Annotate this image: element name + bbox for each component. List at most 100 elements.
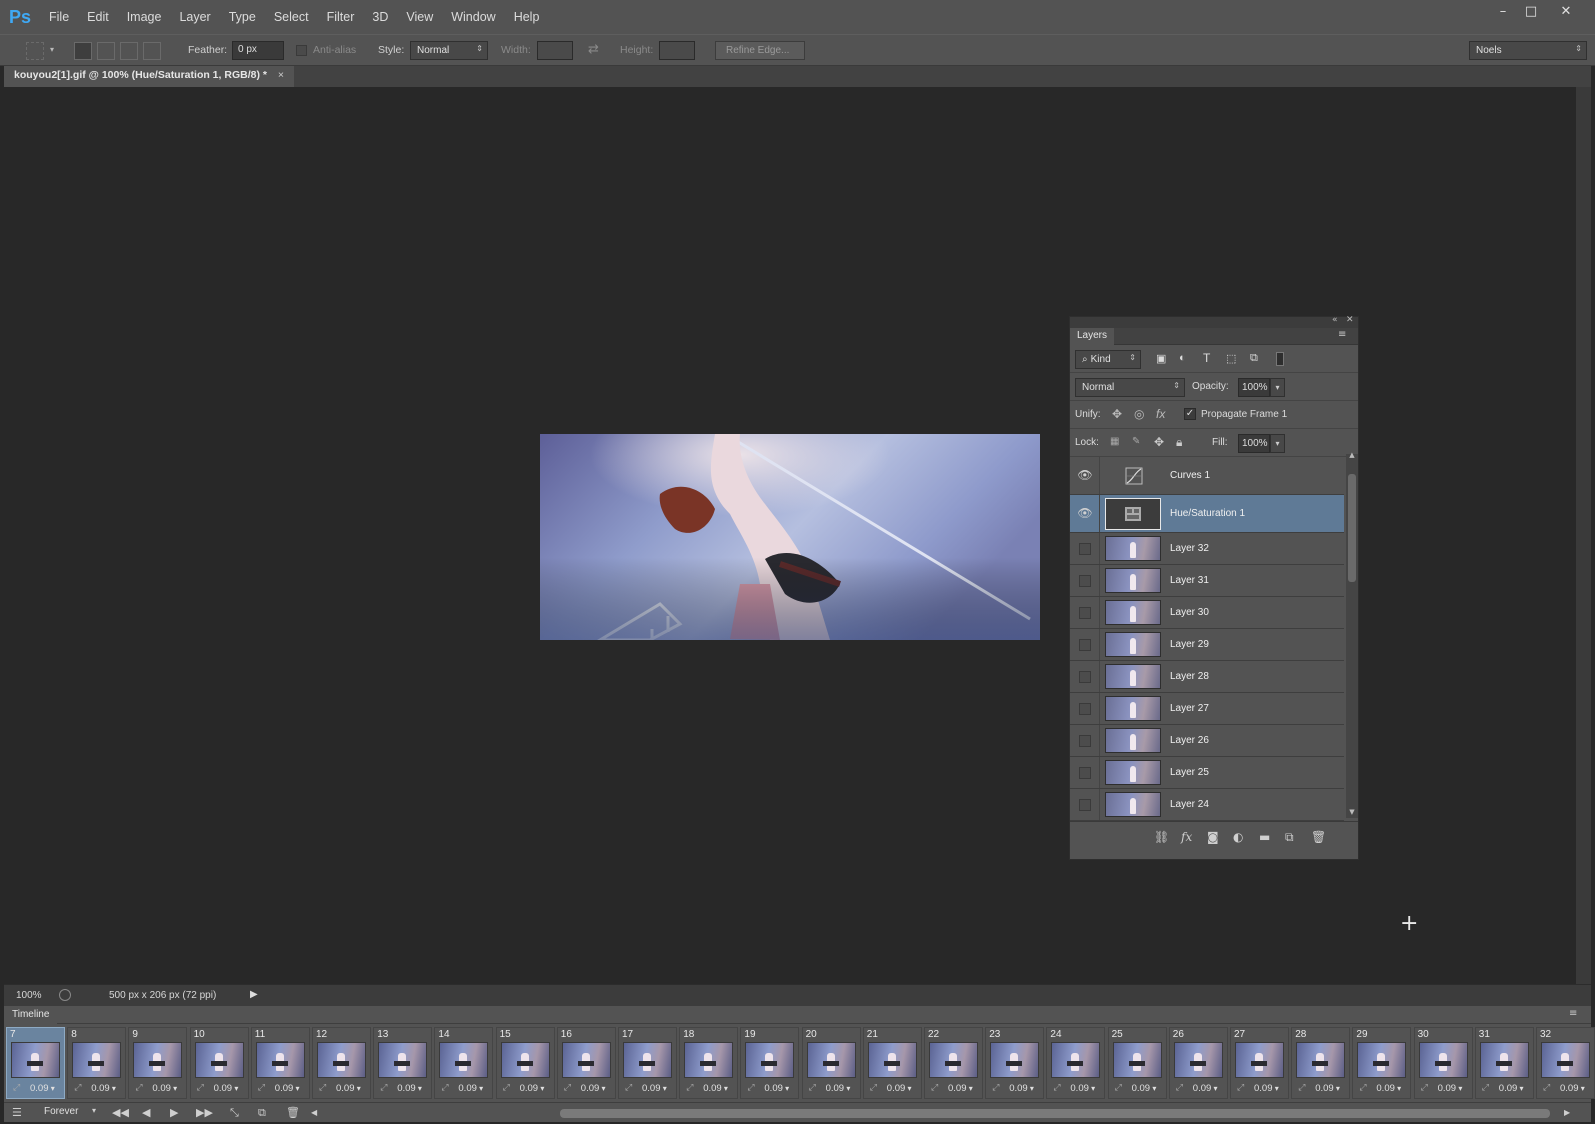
layers-scrollbar[interactable]: ▲ ▼ (1346, 451, 1358, 818)
frame-delay[interactable]: 0.09 ▾ (336, 1083, 361, 1094)
opacity-input[interactable]: 100% (1238, 378, 1270, 397)
menu-filter[interactable]: Filter (318, 0, 364, 34)
timeline-frame[interactable]: 10 ⤢ 0.09 ▾ (189, 1027, 249, 1099)
frame-delay[interactable]: 0.09 ▾ (948, 1083, 973, 1094)
visibility-toggle[interactable] (1070, 725, 1100, 756)
subtract-selection-icon[interactable] (120, 42, 138, 60)
menu-type[interactable]: Type (220, 0, 265, 34)
convert-timeline-icon[interactable]: ☰ (12, 1106, 22, 1119)
frame-disposal-icon[interactable]: ⤢ (503, 1083, 510, 1093)
scroll-left-icon[interactable]: ◀ (311, 1108, 317, 1117)
kind-filter-dropdown[interactable]: ⌕ Kind ⇕ (1075, 350, 1141, 369)
frame-delay[interactable]: 0.09 ▾ (1070, 1083, 1095, 1094)
height-input[interactable] (659, 41, 695, 60)
frame-disposal-icon[interactable]: ⤢ (870, 1083, 877, 1093)
swap-icon[interactable]: ⇄ (588, 42, 599, 57)
frame-disposal-icon[interactable]: ⤢ (1115, 1083, 1122, 1093)
menu-window[interactable]: Window (442, 0, 504, 34)
status-info-icon[interactable] (59, 989, 71, 1001)
adjustment-filter-icon[interactable]: ◐ (1179, 352, 1186, 364)
visibility-toggle[interactable] (1070, 661, 1100, 692)
visibility-toggle[interactable] (1070, 757, 1100, 788)
timeline-frame[interactable]: 8 ⤢ 0.09 ▾ (67, 1027, 127, 1099)
new-selection-icon[interactable] (74, 42, 92, 60)
timeline-frame[interactable]: 7 ⤢ 0.09 ▾ (6, 1027, 65, 1099)
menu-file[interactable]: File (40, 0, 78, 34)
collapse-panel-icon[interactable]: « (1332, 315, 1338, 325)
layer-row[interactable]: Layer 29 (1070, 629, 1344, 661)
canvas-vertical-scrollbar[interactable] (1576, 87, 1591, 984)
timeline-frame[interactable]: 20 ⤢ 0.09 ▾ (801, 1027, 861, 1099)
frame-disposal-icon[interactable]: ⤢ (1421, 1083, 1428, 1093)
frame-delay[interactable]: 0.09 ▾ (520, 1083, 545, 1094)
frame-delay[interactable]: 0.09 ▾ (1254, 1083, 1279, 1094)
status-menu-arrow-icon[interactable]: ▶ (250, 989, 258, 1000)
frame-disposal-icon[interactable]: ⤢ (197, 1083, 204, 1093)
timeline-menu-icon[interactable]: ≡ (1569, 1008, 1577, 1019)
frame-disposal-icon[interactable]: ⤢ (931, 1083, 938, 1093)
duplicate-frame-icon[interactable]: ⧉ (258, 1106, 266, 1120)
visibility-toggle[interactable] (1070, 789, 1100, 820)
unify-position-icon[interactable]: ✥ (1112, 407, 1122, 421)
timeline-frame[interactable]: 21 ⤢ 0.09 ▾ (862, 1027, 922, 1099)
timeline-frame[interactable]: 30 ⤢ 0.09 ▾ (1413, 1027, 1473, 1099)
menu-help[interactable]: Help (505, 0, 549, 34)
timeline-frame[interactable]: 14 ⤢ 0.09 ▾ (434, 1027, 494, 1099)
play-icon[interactable]: ▶ (170, 1106, 178, 1119)
timeline-frame[interactable]: 26 ⤢ 0.09 ▾ (1168, 1027, 1228, 1099)
unify-visibility-icon[interactable]: ◎ (1134, 407, 1144, 421)
timeline-frame[interactable]: 18 ⤢ 0.09 ▾ (679, 1027, 739, 1099)
loop-dropdown[interactable]: Forever (44, 1106, 78, 1117)
frame-disposal-icon[interactable]: ⤢ (13, 1083, 20, 1093)
new-group-icon[interactable]: ▬ (1259, 830, 1270, 844)
layers-scroll-thumb[interactable] (1348, 474, 1356, 582)
propagate-frame-checkbox[interactable]: ✓ (1184, 408, 1196, 420)
menu-image[interactable]: Image (118, 0, 171, 34)
timeline-frame[interactable]: 12 ⤢ 0.09 ▾ (312, 1027, 371, 1099)
timeline-frame[interactable]: 25 ⤢ 0.09 ▾ (1107, 1027, 1167, 1099)
timeline-frame[interactable]: 32 ⤢ 0.09 ▾ (1536, 1027, 1595, 1099)
frame-delay[interactable]: 0.09 ▾ (581, 1083, 606, 1094)
frame-delay[interactable]: 0.09 ▾ (1376, 1083, 1401, 1094)
smart-object-filter-icon[interactable]: ⧉ (1250, 352, 1258, 365)
visibility-toggle[interactable]: 👁︎ (1070, 495, 1100, 532)
frame-disposal-icon[interactable]: ⤢ (380, 1083, 387, 1093)
timeline-frame[interactable]: 22 ⤢ 0.09 ▾ (924, 1027, 983, 1099)
fill-chevron-icon[interactable]: ▾ (1270, 434, 1285, 453)
minimize-button[interactable]: – (1490, 2, 1516, 22)
layer-row[interactable]: Layer 30 (1070, 597, 1344, 629)
new-adjustment-icon[interactable]: ◐ (1233, 830, 1243, 844)
timeline-frame[interactable]: 13 ⤢ 0.09 ▾ (373, 1027, 433, 1099)
frame-disposal-icon[interactable]: ⤢ (1543, 1083, 1550, 1093)
panel-menu-icon[interactable]: ≡ (1338, 329, 1346, 340)
loop-chevron-icon[interactable]: ▾ (92, 1106, 96, 1115)
frame-disposal-icon[interactable]: ⤢ (992, 1083, 999, 1093)
visibility-toggle[interactable]: 👁︎ (1070, 457, 1100, 494)
visibility-toggle[interactable] (1070, 693, 1100, 724)
menu-select[interactable]: Select (265, 0, 318, 34)
feather-input[interactable]: 0 px (232, 41, 284, 60)
workspace-dropdown[interactable]: Noels ⇕ (1469, 41, 1587, 60)
scroll-up-icon[interactable]: ▲ (1346, 451, 1358, 459)
frame-delay[interactable]: 0.09 ▾ (214, 1083, 239, 1094)
marquee-tool-icon[interactable] (26, 42, 44, 60)
menu-edit[interactable]: Edit (78, 0, 118, 34)
add-selection-icon[interactable] (97, 42, 115, 60)
lock-paint-icon[interactable]: ✎ (1132, 436, 1140, 447)
menu-3d[interactable]: 3D (363, 0, 397, 34)
frame-delay[interactable]: 0.09 ▾ (91, 1083, 116, 1094)
layer-row[interactable]: Layer 24 (1070, 789, 1344, 821)
refine-edge-button[interactable]: Refine Edge... (715, 41, 805, 60)
tab-layers[interactable]: Layers (1070, 328, 1115, 345)
frame-disposal-icon[interactable]: ⤢ (1053, 1083, 1060, 1093)
tab-timeline[interactable]: Timeline (4, 1006, 58, 1024)
timeline-frame[interactable]: 19 ⤢ 0.09 ▾ (740, 1027, 800, 1099)
menu-layer[interactable]: Layer (170, 0, 219, 34)
layer-row[interactable]: Layer 31 (1070, 565, 1344, 597)
visibility-toggle[interactable] (1070, 629, 1100, 660)
lock-transparent-icon[interactable]: ▦ (1110, 436, 1119, 447)
layer-row[interactable]: Layer 25 (1070, 757, 1344, 789)
frame-delay[interactable]: 0.09 ▾ (1009, 1083, 1034, 1094)
frame-delay[interactable]: 0.09 ▾ (152, 1083, 177, 1094)
opacity-chevron-icon[interactable]: ▾ (1270, 378, 1285, 397)
